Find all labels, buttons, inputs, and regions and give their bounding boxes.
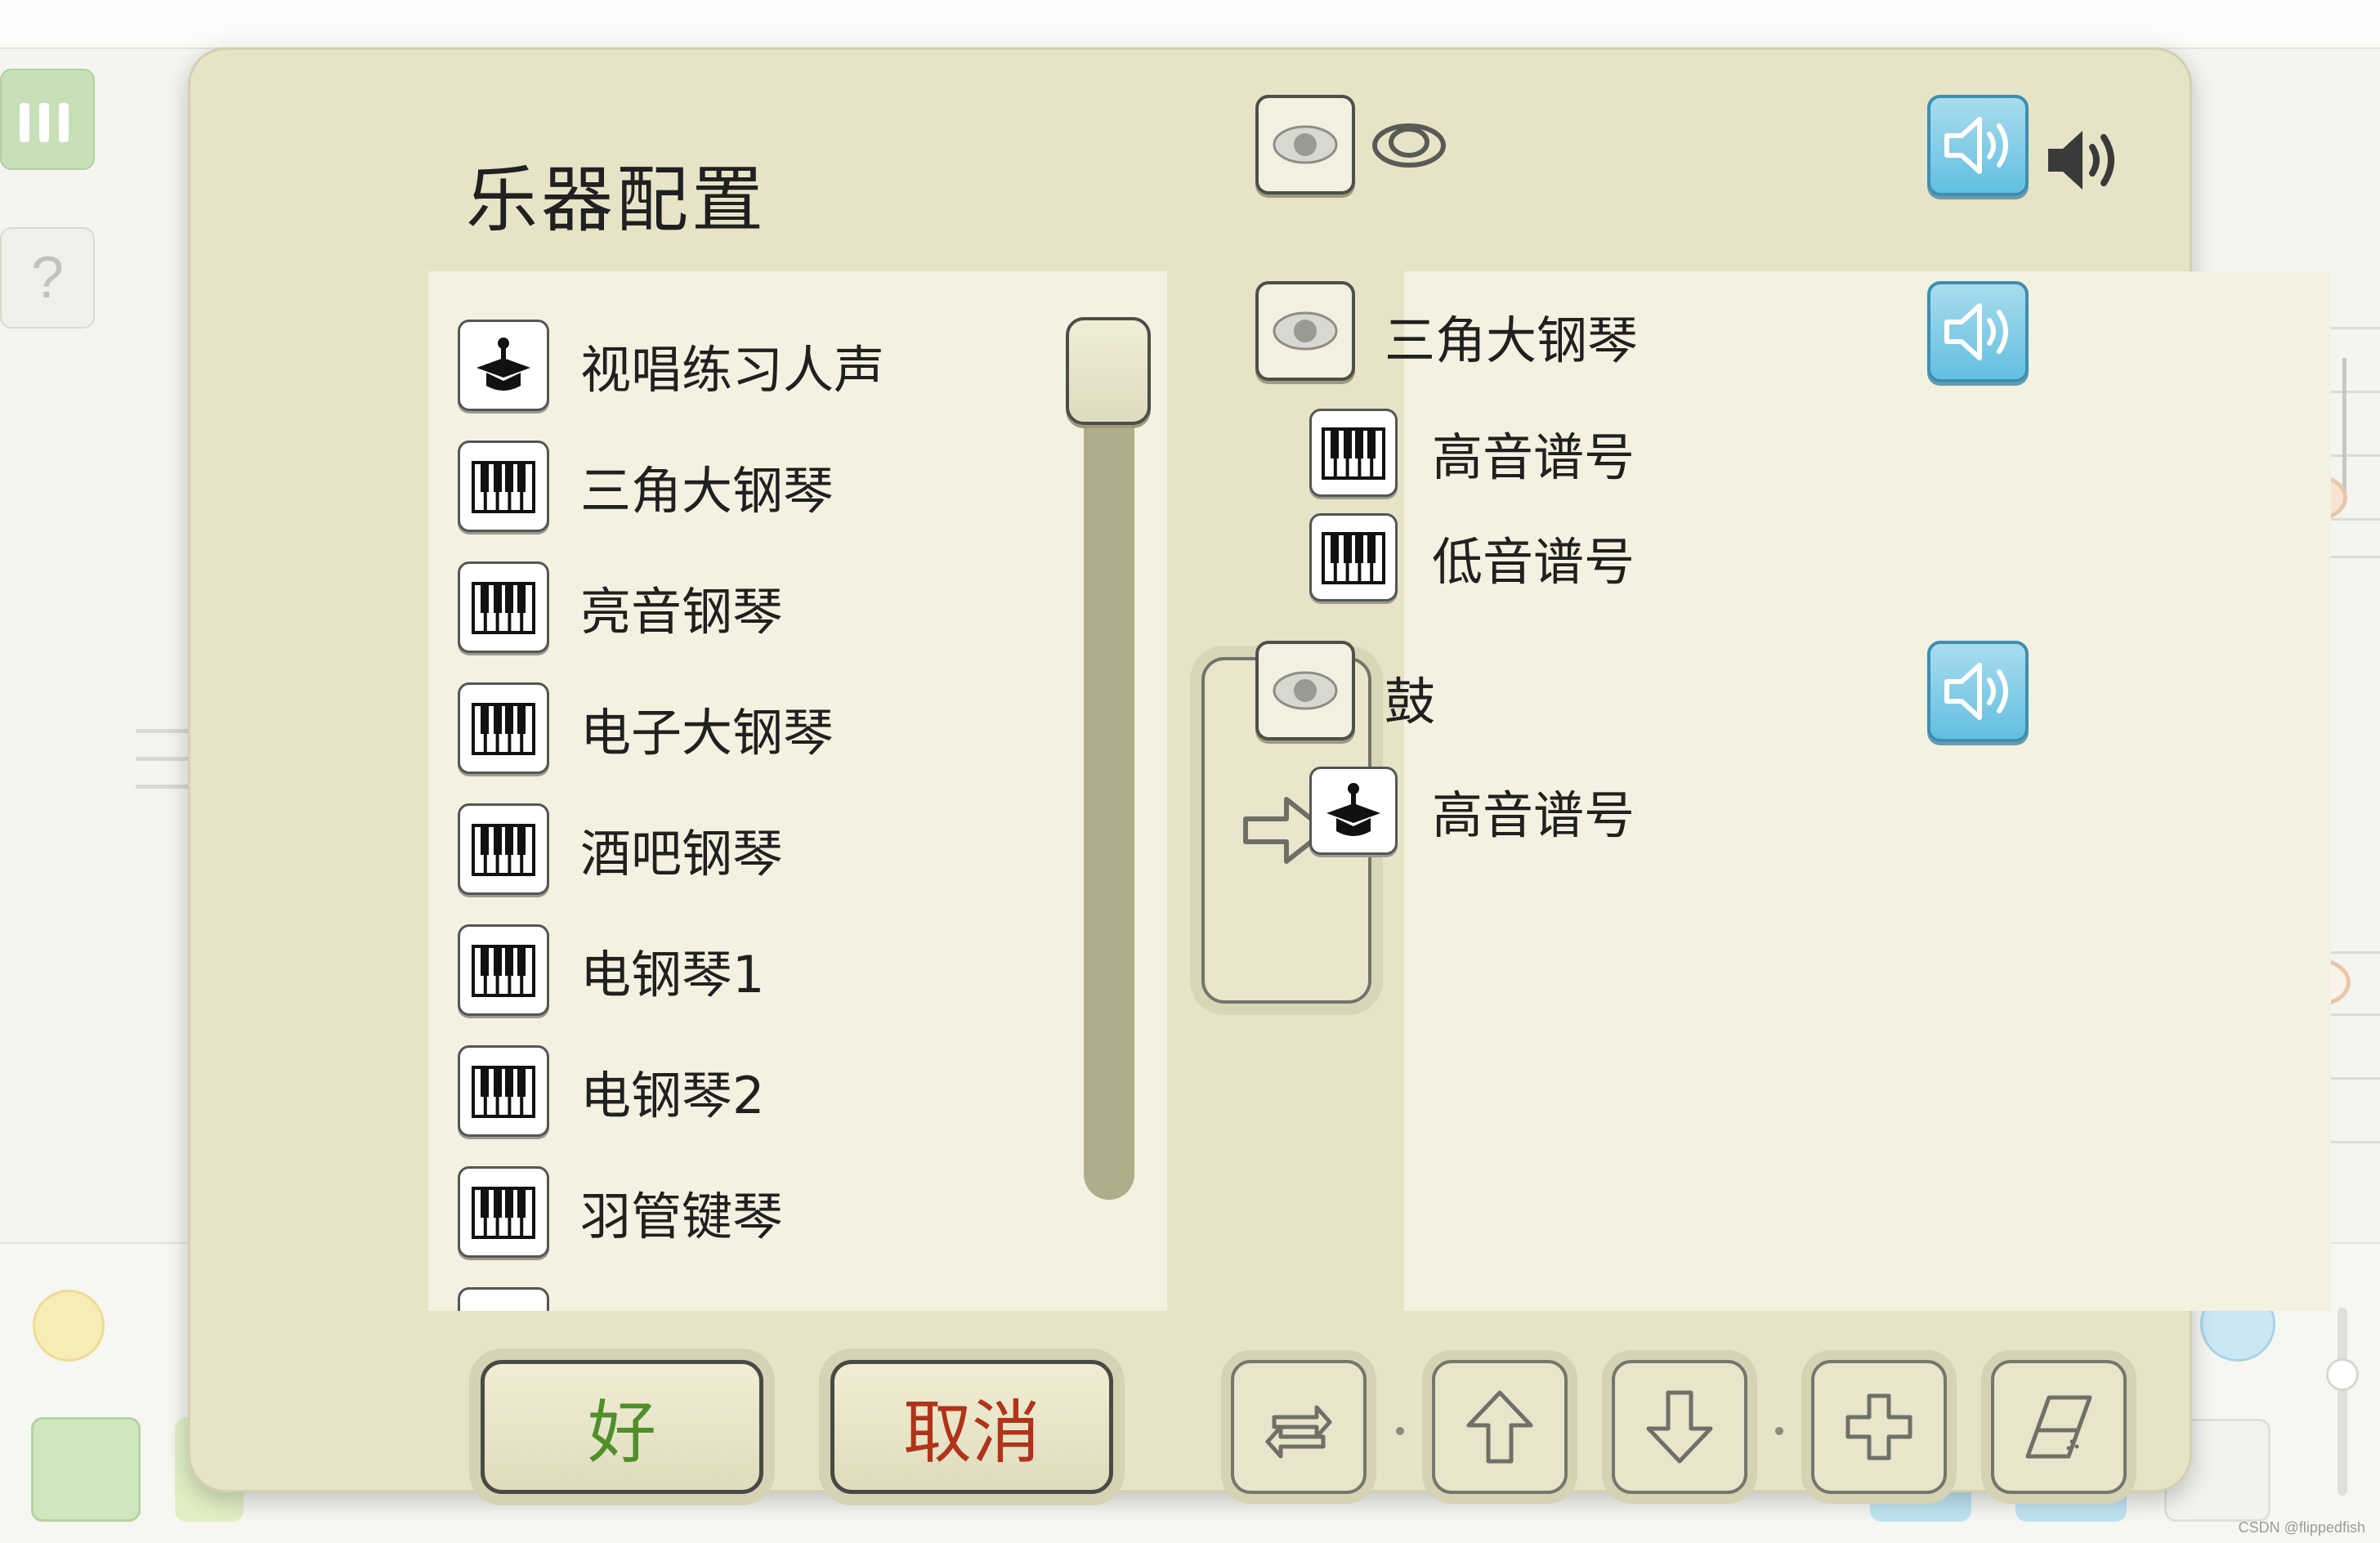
speaker-plain-icon[interactable] [2043, 126, 2125, 195]
add-staff-button[interactable] [1811, 1360, 1947, 1494]
watermark: CSDN @flippedfish [2238, 1519, 2365, 1536]
background-top-bar [0, 0, 2380, 49]
instrument-list-item[interactable]: 酒吧钢琴 [458, 803, 784, 895]
piano-keys-icon [458, 1287, 549, 1311]
arrow-up-icon [1466, 1390, 1533, 1464]
swap-icon [1265, 1405, 1332, 1459]
toolbar-separator [1396, 1427, 1404, 1435]
track-visibility-button[interactable] [1255, 281, 1355, 381]
eye-icon [1273, 125, 1338, 164]
instrument-label: 视唱练习人声 [580, 340, 885, 400]
piano-keys-icon [458, 682, 549, 774]
piano-keys-icon [458, 441, 549, 532]
instrument-list-item[interactable]: 亮音钢琴 [458, 561, 784, 653]
show-all-visibility-button[interactable] [1255, 95, 1355, 195]
instrument-label: 电钢琴1 [580, 945, 765, 1004]
zoom-slider[interactable] [2338, 1308, 2347, 1496]
instrument-list-scrollbar[interactable] [1084, 374, 1134, 1200]
speaker-icon [1944, 117, 2008, 174]
staff-item[interactable]: 低音谱号 [1309, 513, 1635, 602]
staff-line [136, 757, 193, 761]
cancel-button[interactable]: 取消 [830, 1360, 1113, 1494]
background-help-button[interactable]: ? [0, 227, 95, 329]
instrument-list-item[interactable]: 羽管键琴 [458, 1166, 784, 1258]
toolbar-separator [1775, 1427, 1783, 1435]
instrument-list-item[interactable]: 电子大钢琴 [458, 682, 834, 774]
move-up-button[interactable] [1432, 1360, 1568, 1494]
piano-keys-icon [458, 1045, 549, 1137]
plus-icon [1845, 1393, 1912, 1460]
eye-outline-icon[interactable] [1370, 116, 1448, 173]
piano-keys-icon [458, 1166, 549, 1258]
background-note-button[interactable] [33, 1290, 105, 1362]
track-sound-button[interactable] [1927, 281, 2029, 382]
eraser-icon [2025, 1395, 2092, 1459]
instrument-label: 羽管键琴 [580, 1187, 784, 1246]
speaker-icon [1944, 663, 2008, 720]
instrument-label: 电钢琴2 [580, 1066, 765, 1125]
staff-label: 高音谱号 [1432, 427, 1635, 487]
ok-button[interactable]: 好 [481, 1360, 763, 1494]
erase-button[interactable] [1991, 1360, 2127, 1494]
piano-keys-icon [458, 561, 549, 653]
track-name[interactable]: 三角大钢琴 [1385, 299, 1638, 373]
instrument-list-panel[interactable]: 视唱练习人声 三角大钢琴 亮音钢琴 电子大钢琴 酒吧钢琴 电钢琴1 电钢琴2 羽… [428, 271, 1167, 1311]
piano-keys-icon [458, 803, 549, 895]
move-down-button[interactable] [1612, 1360, 1747, 1494]
staff-line [136, 729, 193, 733]
instrument-list-item[interactable] [458, 1287, 549, 1311]
zoom-slider-knob[interactable] [2326, 1358, 2359, 1391]
instrument-list-item[interactable]: 三角大钢琴 [458, 441, 834, 532]
piano-keys-icon [458, 924, 549, 1016]
eye-icon [1273, 671, 1338, 710]
instrument-config-dialog: 乐器配置 视唱练习人声 三角大钢琴 亮音钢琴 电子大钢琴 酒吧钢琴 电钢琴1 电… [188, 47, 2331, 1494]
staff-line [136, 785, 193, 789]
instrument-label: 酒吧钢琴 [580, 824, 784, 883]
singer-icon [458, 320, 549, 411]
staff-item[interactable]: 高音谱号 [1309, 767, 1635, 855]
instrument-label: 亮音钢琴 [580, 582, 784, 642]
instrument-list-item[interactable]: 电钢琴1 [458, 924, 765, 1016]
instrument-label: 电子大钢琴 [580, 703, 834, 763]
staff-label: 高音谱号 [1432, 785, 1635, 845]
track-sound-button[interactable] [1927, 641, 2029, 742]
background-menu-button[interactable] [0, 69, 95, 170]
note-stem [2342, 358, 2346, 497]
arrow-down-icon [1646, 1390, 1713, 1464]
instrument-list-item[interactable]: 电钢琴2 [458, 1045, 765, 1137]
track-name[interactable]: 鼓 [1385, 660, 1435, 734]
singer-icon [1309, 767, 1398, 855]
eye-icon [1273, 311, 1338, 351]
piano-keys-icon [1309, 513, 1398, 602]
instrument-list-scroll-thumb[interactable] [1066, 317, 1151, 425]
dialog-title: 乐器配置 [466, 158, 767, 242]
unmute-all-button[interactable] [1927, 95, 2029, 196]
instrument-label: 三角大钢琴 [580, 461, 834, 521]
track-visibility-button[interactable] [1255, 641, 1355, 740]
speaker-icon [1944, 303, 2008, 360]
background-select-tool-button[interactable] [31, 1417, 141, 1522]
staff-label: 低音谱号 [1432, 532, 1635, 592]
staff-item[interactable]: 高音谱号 [1309, 409, 1635, 497]
instrument-list-item[interactable]: 视唱练习人声 [458, 320, 885, 411]
swap-button[interactable] [1231, 1360, 1367, 1494]
piano-keys-icon [1309, 409, 1398, 497]
